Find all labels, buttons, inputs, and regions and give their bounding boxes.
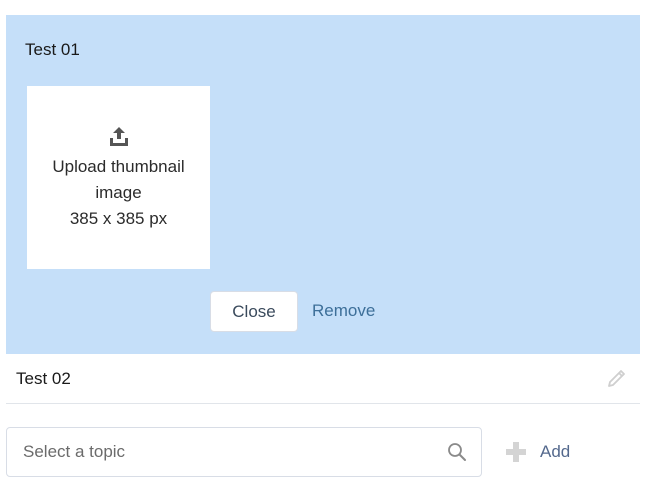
topic-search-box: [6, 427, 482, 477]
upload-label-line1: Upload thumbnail: [52, 156, 185, 176]
add-topic-button[interactable]: Add: [505, 437, 570, 467]
close-button[interactable]: Close: [210, 291, 298, 332]
expanded-item-panel: Test 01 Upload thumbnail image 385 x 385…: [6, 15, 640, 354]
topic-search-input[interactable]: [7, 428, 443, 476]
topic-editor: Test 01 Upload thumbnail image 385 x 385…: [0, 0, 653, 503]
upload-size-hint: 385 x 385 px: [69, 208, 168, 228]
upload-thumbnail-dropzone[interactable]: Upload thumbnail image 385 x 385 px: [27, 86, 210, 269]
list-item[interactable]: Test 02: [6, 354, 640, 404]
add-label: Add: [540, 442, 571, 461]
pencil-icon[interactable]: [606, 367, 628, 389]
plus-icon: [506, 442, 526, 462]
upload-label-line2: image: [95, 182, 142, 202]
upload-icon: [109, 126, 128, 146]
remove-link[interactable]: Remove: [312, 301, 375, 321]
item-label: Test 02: [16, 369, 71, 388]
upload-text: Upload thumbnail image 385 x 385 px: [52, 154, 184, 232]
item-title: Test 01: [25, 40, 80, 59]
search-icon[interactable]: [447, 442, 467, 462]
